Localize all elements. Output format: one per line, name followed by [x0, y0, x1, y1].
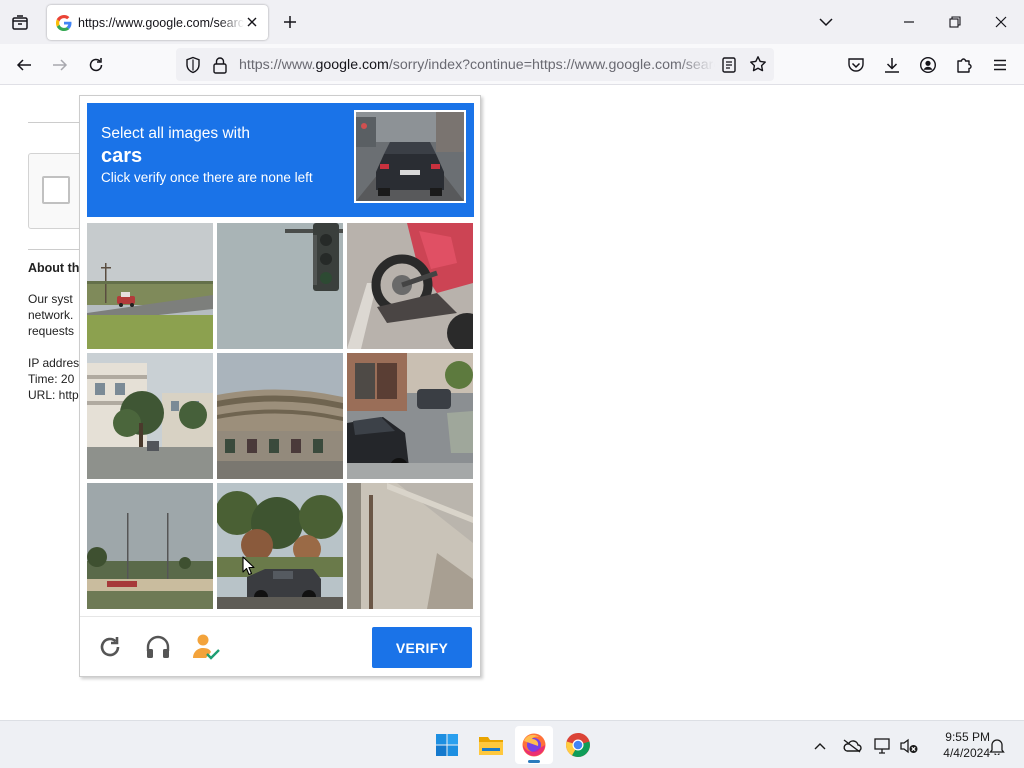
minimize-icon[interactable]	[894, 8, 924, 36]
info-text: Our syst	[28, 292, 73, 306]
captcha-tile-4[interactable]	[87, 353, 213, 479]
not-robot-checkbox[interactable]	[42, 176, 70, 204]
captcha-tile-1[interactable]	[87, 223, 213, 349]
sample-image	[354, 110, 466, 203]
image-grid	[87, 223, 474, 610]
google-g-icon	[56, 14, 72, 31]
info-person-check-icon[interactable]	[190, 631, 222, 663]
file-explorer-icon[interactable]	[472, 726, 510, 764]
audio-challenge-icon[interactable]	[142, 631, 174, 663]
captcha-tile-6[interactable]	[347, 353, 473, 479]
active-app-indicator	[528, 760, 540, 763]
url-bar[interactable]: https://www.google.com/sorry/index?conti…	[176, 48, 774, 81]
mouse-cursor-icon	[242, 556, 255, 576]
captcha-tile-7[interactable]	[87, 483, 213, 609]
forward-arrow-icon[interactable]	[46, 51, 74, 79]
navigation-toolbar: https://www.google.com/sorry/index?conti…	[0, 44, 1024, 85]
tab-list-icon[interactable]	[6, 9, 34, 37]
info-text: requests	[28, 324, 75, 338]
captcha-tile-9[interactable]	[347, 483, 473, 609]
reader-view-icon[interactable]	[721, 56, 737, 79]
back-arrow-icon[interactable]	[10, 51, 38, 79]
captcha-tile-8[interactable]	[217, 483, 343, 609]
star-icon[interactable]	[749, 55, 767, 78]
account-icon[interactable]	[914, 51, 942, 79]
chevron-up-icon[interactable]	[809, 735, 831, 757]
chevron-down-icon[interactable]	[811, 8, 841, 36]
tab-title: https://www.google.com/search?q=	[78, 15, 244, 30]
clock-date: 4/4/2024	[943, 746, 990, 760]
reload-challenge-icon[interactable]	[94, 631, 126, 663]
pocket-icon[interactable]	[842, 51, 870, 79]
network-icon[interactable]	[872, 735, 894, 757]
tab-strip: https://www.google.com/search?q=	[0, 0, 1024, 44]
instruction-subtext: Click verify once there are none left	[101, 170, 313, 185]
about-heading: About th	[28, 261, 80, 275]
close-icon[interactable]	[986, 8, 1016, 36]
plus-icon[interactable]	[278, 9, 302, 35]
challenge-footer: VERIFY	[80, 616, 480, 676]
chrome-icon[interactable]	[559, 726, 597, 764]
info-text: network.	[28, 308, 74, 322]
target-keyword: cars	[101, 145, 143, 167]
close-tab-icon[interactable]	[244, 14, 260, 30]
url-text-line: URL: http	[28, 388, 79, 402]
recaptcha-challenge: Select all images with cars Click verify…	[79, 95, 481, 677]
onedrive-offline-icon[interactable]	[841, 735, 863, 757]
menu-icon[interactable]	[986, 51, 1014, 79]
time-text: Time: 20	[28, 372, 75, 386]
download-icon[interactable]	[878, 51, 906, 79]
system-clock[interactable]: 9:55 PM 4/4/2024	[924, 729, 990, 761]
extensions-icon[interactable]	[950, 51, 978, 79]
clock-time: 9:55 PM	[945, 730, 990, 744]
reload-icon[interactable]	[82, 51, 110, 79]
firefox-icon[interactable]	[515, 726, 553, 764]
notification-bell-icon[interactable]	[986, 735, 1008, 757]
verify-button[interactable]: VERIFY	[372, 627, 472, 668]
lock-icon[interactable]	[212, 56, 228, 79]
captcha-tile-5[interactable]	[217, 353, 343, 479]
captcha-tile-3[interactable]	[347, 223, 473, 349]
volume-muted-icon[interactable]	[898, 735, 920, 757]
shield-icon[interactable]	[184, 56, 202, 79]
captcha-tile-2[interactable]	[217, 223, 343, 349]
instruction-text: Select all images with	[101, 125, 251, 142]
challenge-header: Select all images with cars Click verify…	[87, 103, 474, 217]
windows-start-icon[interactable]	[428, 726, 466, 764]
restore-icon[interactable]	[940, 8, 970, 36]
taskbar: 9:55 PM 4/4/2024	[0, 720, 1024, 768]
browser-tab[interactable]: https://www.google.com/search?q=	[47, 5, 268, 40]
ip-address-text: IP addres	[28, 356, 80, 370]
url-text[interactable]: https://www.google.com/sorry/index?conti…	[239, 57, 715, 73]
